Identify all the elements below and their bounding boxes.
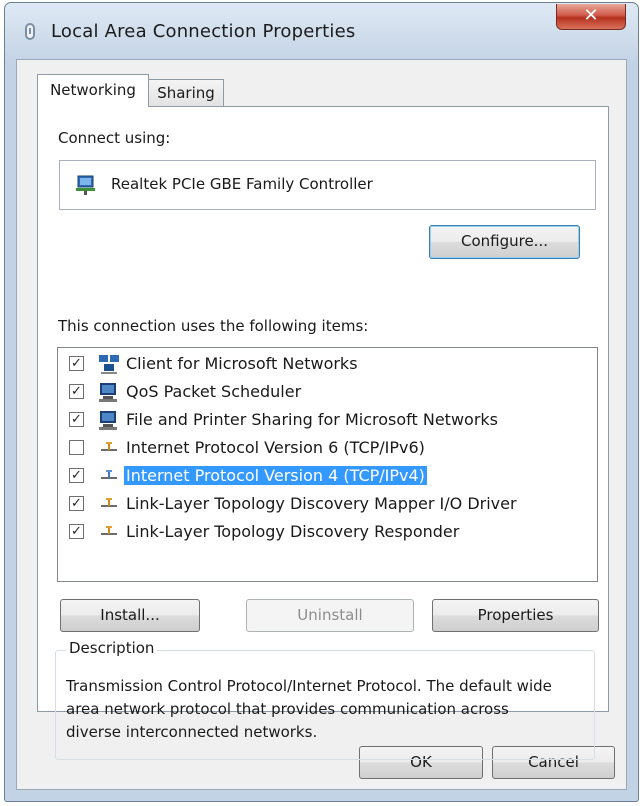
network-client-icon	[99, 355, 119, 374]
protocol-icon	[101, 526, 117, 535]
protocol-icon	[101, 442, 117, 451]
item-checkbox[interactable]: ✓	[69, 496, 84, 511]
uninstall-button[interactable]: Uninstall	[246, 599, 414, 632]
tab-networking[interactable]: Networking	[37, 74, 149, 107]
item-checkbox[interactable]	[69, 440, 84, 455]
adapter-field: Realtek PCIe GBE Family Controller	[59, 160, 596, 210]
adapter-name: Realtek PCIe GBE Family Controller	[111, 175, 373, 193]
list-item-lltd-responder[interactable]: ✓ Link-Layer Topology Discovery Responde…	[58, 518, 578, 546]
network-connection-icon	[25, 23, 35, 40]
item-label: Link-Layer Topology Discovery Mapper I/O…	[126, 494, 517, 513]
install-button[interactable]: Install...	[60, 599, 200, 632]
list-item-qos[interactable]: ✓ QoS Packet Scheduler	[58, 378, 578, 406]
window-title: Local Area Connection Properties	[51, 21, 356, 42]
item-label: Client for Microsoft Networks	[126, 354, 358, 373]
properties-dialog: Local Area Connection Properties ✕ Netwo…	[4, 2, 639, 802]
networking-panel: Connect using: Realtek PCIe GBE Family C…	[37, 106, 609, 760]
item-checkbox[interactable]: ✓	[69, 524, 84, 539]
list-item-ipv4[interactable]: ✓ Internet Protocol Version 4 (TCP/IPv4)	[58, 462, 578, 490]
close-button[interactable]: ✕	[556, 4, 626, 30]
tab-sharing[interactable]: Sharing	[148, 79, 224, 107]
description-group: Description Transmission Control Protoco…	[55, 639, 595, 760]
computer-service-icon	[99, 411, 117, 430]
items-label: This connection uses the following items…	[58, 317, 369, 335]
connect-using-label: Connect using:	[58, 129, 171, 147]
protocol-icon	[101, 470, 117, 479]
network-adapter-icon	[76, 175, 95, 195]
computer-service-icon	[99, 383, 117, 402]
items-list[interactable]: ✓ Client for Microsoft Networks ✓ QoS Pa…	[57, 347, 598, 582]
list-item-file-printer-sharing[interactable]: ✓ File and Printer Sharing for Microsoft…	[58, 406, 578, 434]
item-checkbox[interactable]: ✓	[69, 356, 84, 371]
item-checkbox[interactable]: ✓	[69, 412, 84, 427]
title-bar[interactable]: Local Area Connection Properties ✕	[5, 3, 638, 59]
configure-button[interactable]: Configure...	[429, 225, 580, 259]
item-checkbox[interactable]: ✓	[69, 384, 84, 399]
dialog-content: Networking Sharing Connect using: Realte…	[16, 59, 627, 790]
item-label: File and Printer Sharing for Microsoft N…	[126, 410, 498, 429]
list-item-lltd-mapper[interactable]: ✓ Link-Layer Topology Discovery Mapper I…	[58, 490, 578, 518]
list-item-client-networks[interactable]: ✓ Client for Microsoft Networks	[58, 350, 578, 378]
list-item-ipv6[interactable]: Internet Protocol Version 6 (TCP/IPv6)	[58, 434, 578, 462]
description-title: Description	[66, 639, 158, 657]
properties-button[interactable]: Properties	[432, 599, 599, 632]
description-text: Transmission Control Protocol/Internet P…	[66, 677, 552, 741]
item-checkbox[interactable]: ✓	[69, 468, 84, 483]
item-label: Internet Protocol Version 6 (TCP/IPv6)	[126, 438, 425, 457]
item-label: QoS Packet Scheduler	[126, 382, 302, 401]
protocol-icon	[101, 498, 117, 507]
item-label: Link-Layer Topology Discovery Responder	[126, 522, 460, 541]
item-label-selected: Internet Protocol Version 4 (TCP/IPv4)	[124, 466, 427, 485]
